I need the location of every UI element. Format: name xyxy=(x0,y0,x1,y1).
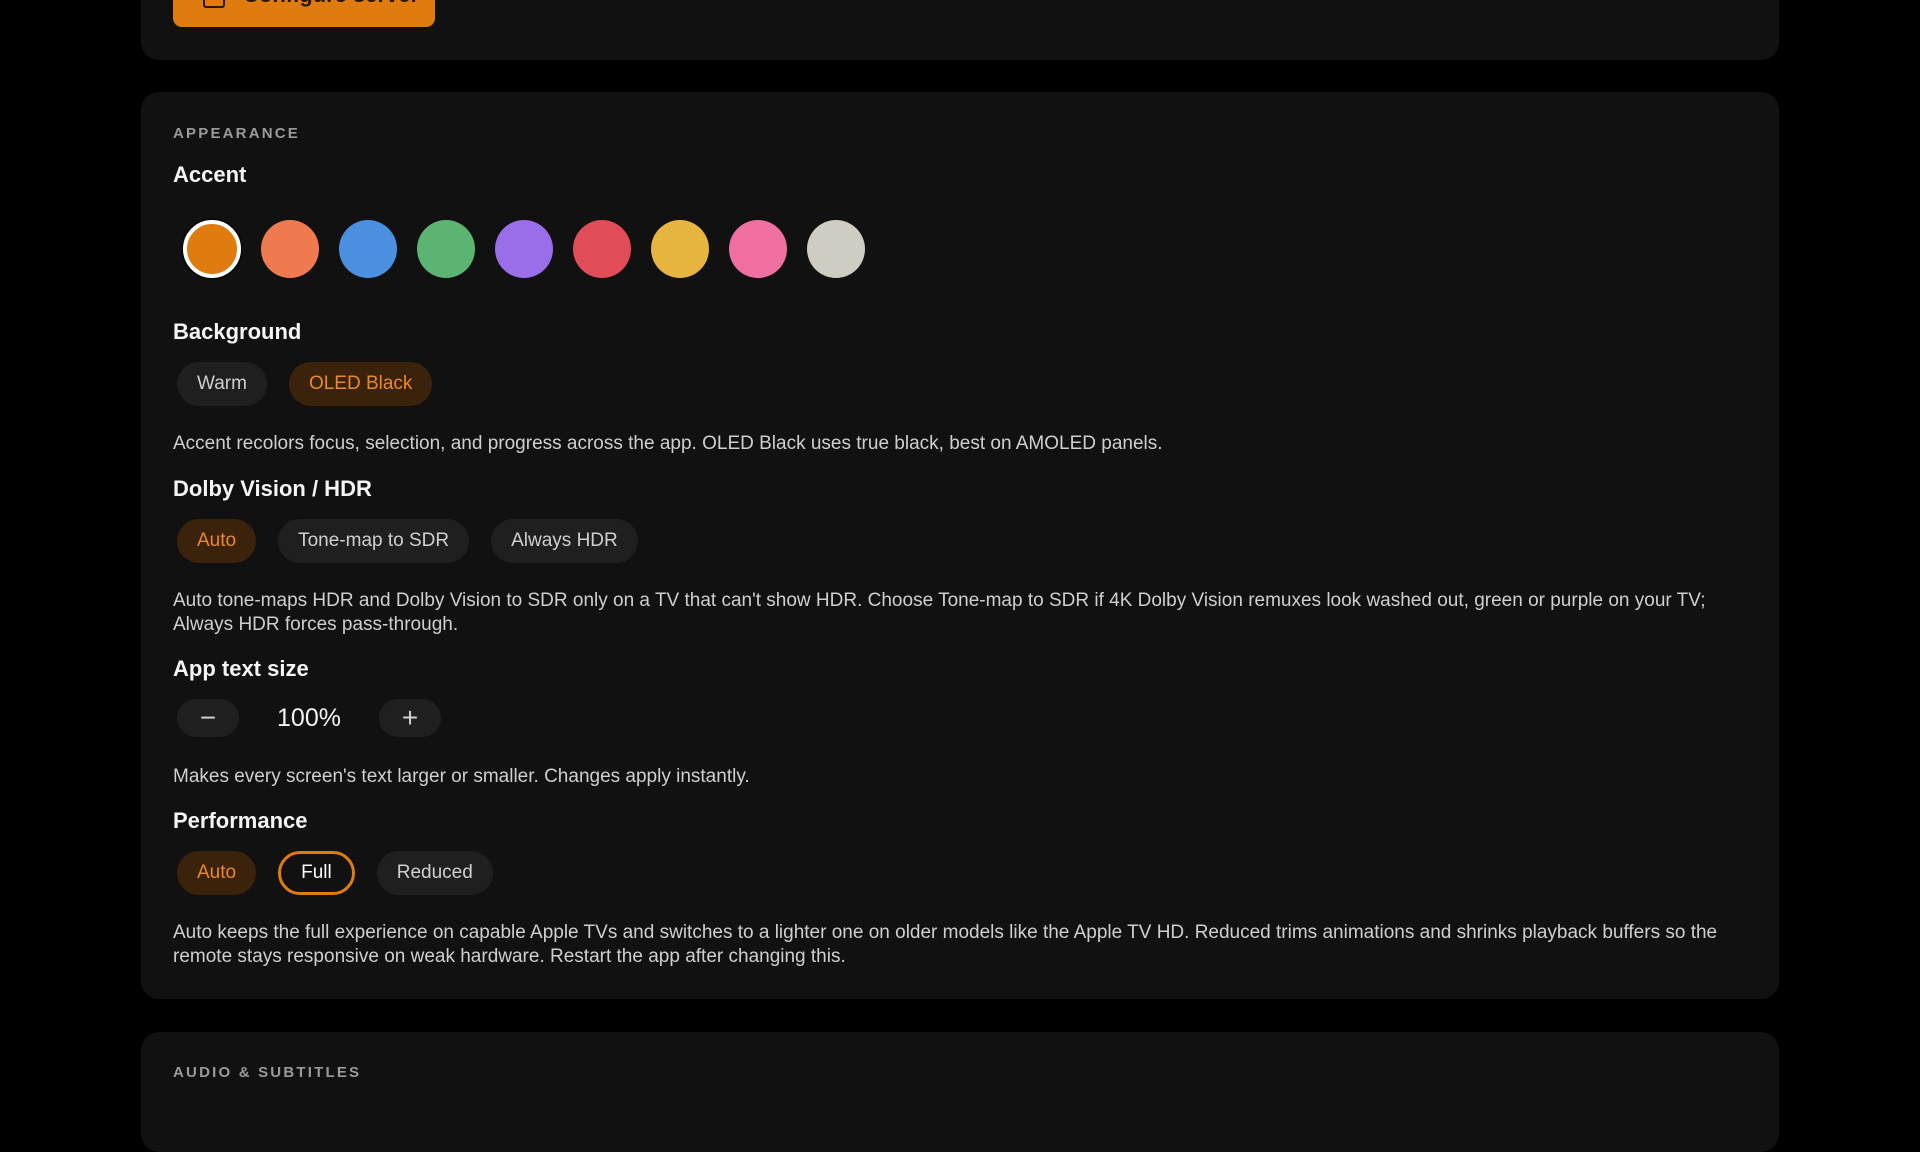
section-label-audio-subtitles: AUDIO & SUBTITLES xyxy=(173,1064,362,1081)
text-size-value: 100% xyxy=(277,703,341,732)
background-title: Background xyxy=(173,319,302,344)
server-card: Configure server xyxy=(141,0,1779,60)
text-size-increase-button[interactable]: + xyxy=(379,699,441,737)
accent-swatch-purple[interactable] xyxy=(495,220,553,278)
hdr-option-auto[interactable]: Auto xyxy=(177,519,257,563)
accent-title: Accent xyxy=(173,162,247,187)
text-size-decrease-button[interactable]: − xyxy=(177,699,239,737)
accent-swatch-red[interactable] xyxy=(573,220,631,278)
hdr-options: Auto Tone-map to SDR Always HDR xyxy=(177,519,638,563)
background-options: Warm OLED Black xyxy=(177,362,433,406)
text-size-stepper: − 100% + xyxy=(177,699,441,737)
performance-description: Auto keeps the full experience on capabl… xyxy=(173,922,1718,967)
configure-server-button[interactable]: Configure server xyxy=(173,0,435,27)
hdr-option-tone-map[interactable]: Tone-map to SDR xyxy=(278,519,470,563)
performance-option-reduced[interactable]: Reduced xyxy=(376,851,493,895)
accent-swatch-pink[interactable] xyxy=(729,220,787,278)
text-size-title: App text size xyxy=(173,656,309,681)
accent-swatch-orange[interactable] xyxy=(183,220,241,278)
hdr-title: Dolby Vision / HDR xyxy=(173,476,372,501)
performance-title: Performance xyxy=(173,808,308,833)
background-description: Accent recolors focus, selection, and pr… xyxy=(173,433,1163,454)
appearance-card: APPEARANCE Accent Background Warm OLED B… xyxy=(141,92,1779,999)
performance-options: Auto Full Reduced xyxy=(177,851,493,895)
background-option-oled-black[interactable]: OLED Black xyxy=(288,362,433,406)
section-label-appearance: APPEARANCE xyxy=(173,125,301,142)
accent-swatch-green[interactable] xyxy=(417,220,475,278)
background-option-warm[interactable]: Warm xyxy=(177,362,267,406)
accent-swatch-coral[interactable] xyxy=(261,220,319,278)
text-size-description: Makes every screen's text larger or smal… xyxy=(173,766,750,787)
hdr-description: Auto tone-maps HDR and Dolby Vision to S… xyxy=(173,590,1706,635)
accent-swatch-silver[interactable] xyxy=(807,220,865,278)
performance-option-auto[interactable]: Auto xyxy=(177,851,257,895)
audio-subtitles-card: AUDIO & SUBTITLES xyxy=(141,1032,1779,1152)
server-icon xyxy=(203,0,225,8)
configure-server-label: Configure server xyxy=(243,0,419,8)
hdr-option-always-hdr[interactable]: Always HDR xyxy=(491,519,638,563)
accent-swatch-yellow[interactable] xyxy=(651,220,709,278)
accent-swatches xyxy=(183,220,865,278)
accent-swatch-blue[interactable] xyxy=(339,220,397,278)
performance-option-full[interactable]: Full xyxy=(278,851,355,895)
